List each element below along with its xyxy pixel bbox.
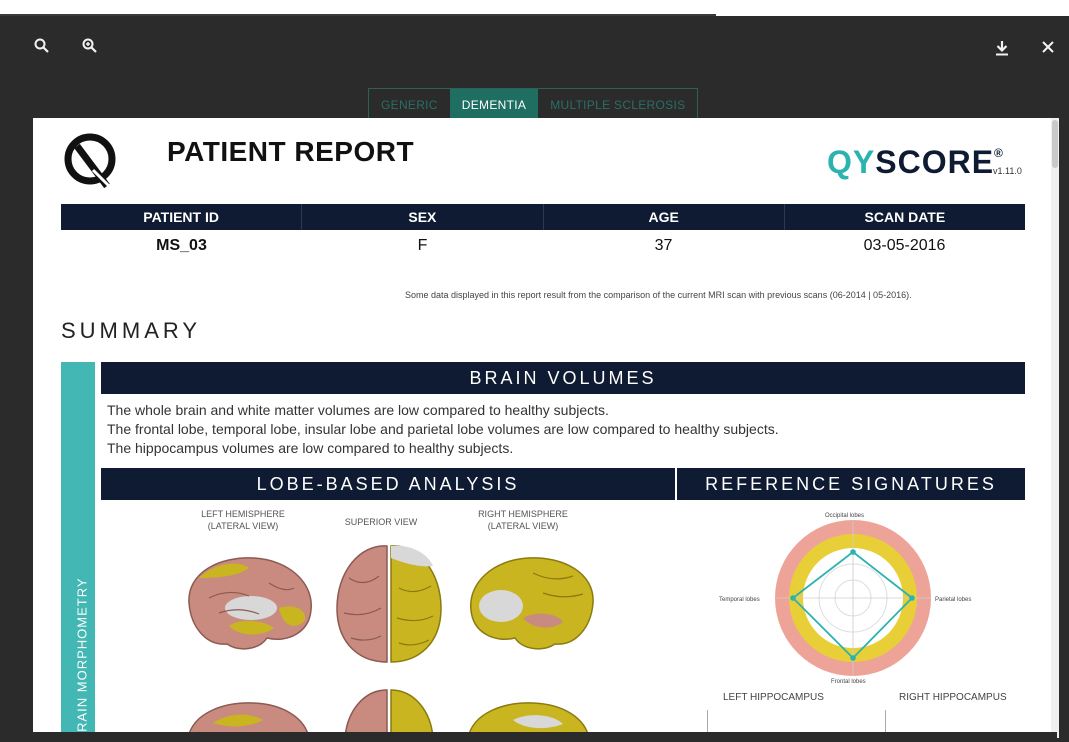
brain-volumes-line: The hippocampus volumes are low compared… (107, 440, 514, 456)
comparison-note: Some data displayed in this report resul… (405, 290, 912, 300)
scan-date-value: 03-05-2016 (863, 237, 946, 254)
radar-label-occipital: Occipital lobes (825, 513, 865, 519)
patient-info-header: PATIENT ID SEX AGE SCAN DATE (61, 204, 1025, 230)
brain-volumes-heading: BRAIN VOLUMES (101, 362, 1025, 394)
age-value: 37 (654, 237, 673, 254)
radar-point-temporal (790, 595, 796, 601)
left-hemisphere-label: LEFT HEMISPHERE (LATERAL VIEW) (201, 509, 285, 531)
patient-info-values: MS_03 F 37 03-05-2016 (61, 234, 1025, 258)
radar-label-frontal: Frontal lobes (831, 679, 866, 685)
tab-generic[interactable]: GENERIC (369, 89, 450, 121)
horizontal-scrollbar[interactable] (33, 732, 1057, 742)
brand-logo: QYSCORE® (827, 144, 1004, 180)
tab-dementia[interactable]: DEMENTIA (449, 89, 539, 121)
left-hemisphere-image (188, 557, 312, 650)
radar-point-parietal (909, 595, 915, 601)
brain-volumes-line: The frontal lobe, temporal lobe, insular… (107, 421, 779, 437)
column-header: PATIENT ID (61, 204, 303, 230)
lobe-analysis-heading: LOBE-BASED ANALYSIS (101, 468, 675, 500)
report-type-tabs: GENERIC DEMENTIA MULTIPLE SCLEROSIS (368, 88, 699, 122)
sidebar-label: BRAIN MORPHOMETRY (74, 577, 90, 738)
summary-heading: SUMMARY (61, 318, 202, 343)
superior-view-label: SUPERIOR VIEW (344, 517, 418, 527)
version-label: v1.11.0 (993, 166, 1022, 176)
reference-signature-radar (775, 520, 931, 676)
zoom-out-icon[interactable] (34, 38, 50, 54)
close-icon[interactable] (1041, 40, 1055, 54)
vertical-scrollbar[interactable] (1051, 118, 1059, 738)
radar-point-frontal (850, 655, 856, 661)
report-title: PATIENT REPORT (167, 136, 415, 167)
radar-point-occipital (850, 549, 856, 555)
download-icon[interactable] (995, 40, 1009, 56)
brain-volumes-line: The whole brain and white matter volumes… (107, 402, 609, 418)
brain-volumes-text: The whole brain and white matter volumes… (107, 401, 779, 458)
radar-label-temporal: Temporal lobes (719, 597, 760, 603)
right-hemisphere-image (470, 557, 594, 650)
report-logo (64, 133, 116, 192)
patient-report-page: PATIENT REPORT QYSCORE® v1.11.0 PATIENT … (33, 118, 1051, 738)
column-header: AGE (544, 204, 785, 230)
sex-value: F (417, 237, 428, 254)
scrollbar-thumb[interactable] (1052, 120, 1058, 168)
right-hippocampus-label: RIGHT HIPPOCAMPUS (899, 692, 1007, 703)
left-hippocampus-label: LEFT HIPPOCAMPUS (723, 692, 824, 703)
radar-label-parietal: Parietal lobes (935, 597, 972, 603)
column-header: SCAN DATE (864, 209, 946, 225)
zoom-in-icon[interactable] (82, 38, 98, 54)
superior-view-image (336, 545, 442, 663)
patient-id-value: MS_03 (156, 237, 207, 254)
right-hemisphere-label: RIGHT HEMISPHERE (LATERAL VIEW) (478, 509, 568, 531)
tab-multiple-sclerosis[interactable]: MULTIPLE SCLEROSIS (538, 89, 697, 121)
inferior-view-image (344, 689, 434, 738)
reference-signatures-heading: REFERENCE SIGNATURES (677, 468, 1025, 500)
column-header: SEX (302, 204, 544, 230)
section-sidebar: BRAIN MORPHOMETRY (61, 362, 95, 738)
